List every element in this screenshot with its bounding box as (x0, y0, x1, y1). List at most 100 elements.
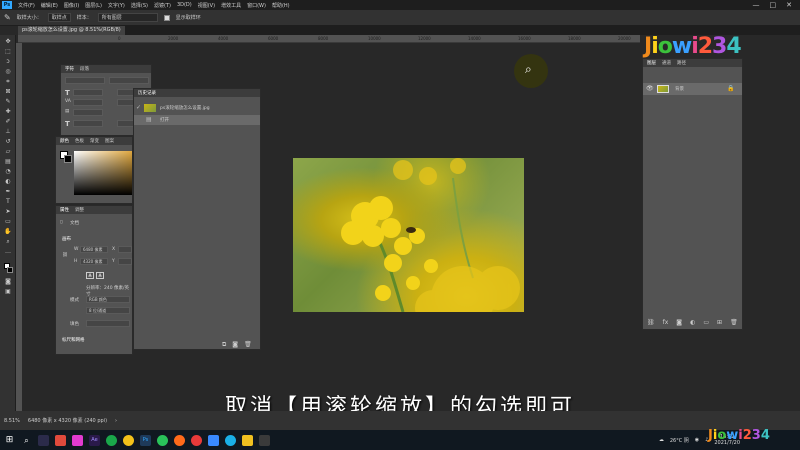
lasso-tool-icon[interactable]: ↄ (4, 59, 12, 65)
menu-select[interactable]: 选择(S) (128, 2, 151, 9)
hand-tool-icon[interactable]: ✋ (4, 229, 12, 235)
tab-character[interactable]: 字符 (65, 66, 74, 72)
tab-adjustments[interactable]: 调整 (75, 207, 84, 213)
new-document-icon[interactable]: ⧉ (222, 341, 226, 349)
menu-image[interactable]: 图像(I) (61, 2, 82, 9)
y-field[interactable] (118, 258, 132, 265)
tab-swatches[interactable]: 色板 (75, 138, 84, 144)
vertical-scale-field[interactable] (73, 120, 103, 127)
app-orange-icon[interactable] (174, 434, 185, 446)
color-picker-field[interactable] (74, 151, 132, 195)
scale-field[interactable] (73, 109, 103, 116)
tab-paragraph[interactable]: 段落 (80, 66, 89, 72)
search-icon[interactable]: ⌕ (21, 435, 32, 446)
eraser-tool-icon[interactable]: ▱ (4, 149, 12, 155)
bit-depth-select[interactable]: 8 位/通道 (86, 307, 130, 314)
tab-history[interactable]: 历史记录 (138, 90, 156, 96)
tab-properties[interactable]: 属性 (60, 207, 69, 213)
blur-tool-icon[interactable]: ◔ (4, 169, 12, 175)
pen-tool-icon[interactable]: ✒ (4, 189, 12, 195)
menu-file[interactable]: 文件(F) (15, 2, 38, 9)
tab-patterns[interactable]: 图案 (105, 138, 114, 144)
font-style-field[interactable] (109, 77, 149, 84)
dodge-tool-icon[interactable]: ◐ (4, 179, 12, 185)
history-state[interactable]: ▤ 打开 (134, 115, 260, 125)
menu-type[interactable]: 文字(Y) (105, 2, 128, 9)
link-layers-icon[interactable]: ⛓ (647, 319, 655, 326)
fill-select[interactable] (86, 320, 130, 327)
tab-channels[interactable]: 通道 (662, 60, 671, 66)
lock-icon[interactable]: 🔒 (727, 85, 734, 92)
sample-size-select[interactable]: 取样点 (47, 13, 71, 22)
snapshot-camera-icon[interactable]: ◙ (232, 341, 238, 349)
move-tool-icon[interactable]: ✥ (4, 39, 12, 45)
width-field[interactable]: 6480 像素 (80, 246, 108, 253)
show-ring-checkbox[interactable] (163, 14, 170, 21)
chrome-icon[interactable] (123, 434, 134, 446)
mode-select[interactable]: RGB 颜色 (86, 296, 130, 303)
fx-icon[interactable]: fx (663, 319, 669, 326)
path-select-tool-icon[interactable]: ➤ (4, 209, 12, 215)
screen-mode-icon[interactable]: ▣ (4, 289, 12, 295)
maximize-button[interactable]: □ (770, 1, 777, 9)
rulers-grids-section[interactable]: 标尺和网格 (62, 337, 85, 343)
menu-filter[interactable]: 滤镜(T) (151, 2, 174, 9)
history-brush-tool-icon[interactable]: ↺ (4, 139, 12, 145)
brush-tool-icon[interactable]: ✐ (4, 119, 12, 125)
healing-tool-icon[interactable]: ✚ (4, 109, 12, 115)
app-blue-icon[interactable] (208, 434, 219, 446)
menu-view[interactable]: 视图(V) (195, 2, 218, 9)
app-dark-icon[interactable] (259, 434, 270, 446)
frame-tool-icon[interactable]: ⊠ (4, 89, 12, 95)
start-menu-icon[interactable]: ⊞ (4, 435, 15, 446)
adjustment-icon[interactable]: ◐ (690, 319, 695, 326)
layer-row-background[interactable]: 👁 背景 🔒 (643, 83, 742, 95)
after-effects-icon[interactable]: Ae (89, 434, 100, 446)
canvas-section-title[interactable]: 画布 (62, 236, 71, 242)
sample-select[interactable]: 所有图层 (97, 13, 158, 22)
minimize-button[interactable]: — (753, 1, 760, 9)
shape-tool-icon[interactable]: ▭ (4, 219, 12, 225)
eyedropper-tool-icon[interactable]: ✎ (4, 99, 12, 105)
close-button[interactable]: ✕ (786, 1, 792, 9)
height-field[interactable]: 4320 像素 (80, 258, 108, 265)
document-tab[interactable]: ps滚轮缩放怎么设置.jpg @ 8.51%(RGB/8) (18, 26, 125, 35)
crop-tool-icon[interactable]: ⌗ (4, 79, 12, 85)
tab-paths[interactable]: 路径 (677, 60, 686, 66)
menu-plugins[interactable]: 增效工具 (218, 2, 244, 9)
history-snapshot[interactable]: ✓ ps滚轮缩放怎么设置.jpg (134, 103, 260, 113)
font-size-field[interactable] (73, 89, 103, 96)
kerning-field[interactable] (73, 99, 103, 106)
status-arrow-icon[interactable]: › (115, 418, 117, 424)
marquee-tool-icon[interactable]: ⬚ (4, 49, 12, 55)
x-field[interactable] (118, 246, 132, 253)
menu-window[interactable]: 窗口(W) (244, 2, 269, 9)
weather-icon[interactable]: ☁ (659, 437, 664, 443)
font-family-field[interactable] (65, 77, 105, 84)
visibility-eye-icon[interactable]: 👁 (646, 85, 654, 92)
zoom-tool-icon[interactable]: ⌕ (4, 239, 12, 245)
more-tools-icon[interactable]: … (4, 249, 12, 255)
quick-select-tool-icon[interactable]: ◎ (4, 69, 12, 75)
recorder-icon[interactable] (191, 434, 202, 446)
folder-icon[interactable]: ▭ (703, 319, 709, 326)
gradient-tool-icon[interactable]: ▤ (4, 159, 12, 165)
document-image[interactable] (293, 158, 524, 312)
mask-icon[interactable]: ◙ (676, 319, 682, 326)
menu-layer[interactable]: 图层(L) (82, 2, 105, 9)
quick-mask-icon[interactable]: ◙ (4, 279, 12, 285)
background-color-swatch[interactable] (7, 267, 13, 273)
explorer-icon[interactable] (242, 434, 253, 446)
landscape-icon[interactable]: ▲ (96, 272, 104, 279)
tab-layers[interactable]: 图层 (647, 60, 656, 66)
stamp-tool-icon[interactable]: ⊥ (4, 129, 12, 135)
new-layer-icon[interactable]: ⊞ (717, 319, 722, 326)
menu-3d[interactable]: 3D(D) (174, 2, 195, 8)
zoom-level[interactable]: 8.51% (4, 418, 20, 424)
menu-edit[interactable]: 编辑(E) (38, 2, 61, 9)
task-view-icon[interactable] (38, 434, 49, 446)
weather-text[interactable]: 26°C 阴 (670, 437, 689, 444)
portrait-icon[interactable]: ▲ (86, 272, 94, 279)
wechat-icon[interactable] (157, 434, 168, 446)
edge-icon[interactable] (225, 434, 236, 446)
